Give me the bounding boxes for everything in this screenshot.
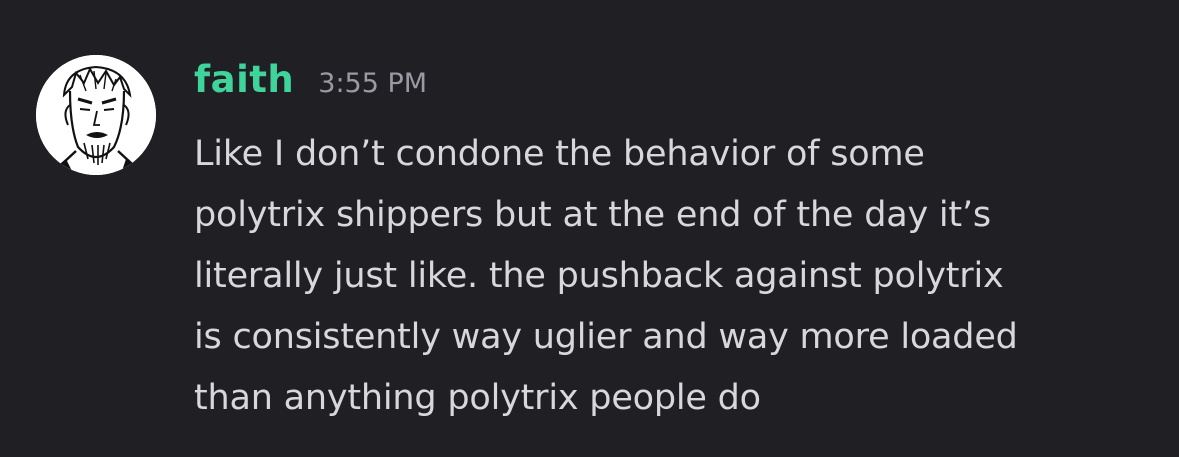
message-content: faith 3:55 PM Like I don’t condone the b… <box>194 58 1164 429</box>
username[interactable]: faith <box>194 58 294 101</box>
chat-message: faith 3:55 PM Like I don’t condone the b… <box>0 0 1179 457</box>
message-header: faith 3:55 PM <box>194 58 1164 118</box>
user-avatar[interactable] <box>36 55 156 175</box>
timestamp[interactable]: 3:55 PM <box>318 68 427 99</box>
message-text: Like I don’t condone the behavior of som… <box>194 134 1018 418</box>
manga-character-avatar-icon <box>36 55 156 175</box>
